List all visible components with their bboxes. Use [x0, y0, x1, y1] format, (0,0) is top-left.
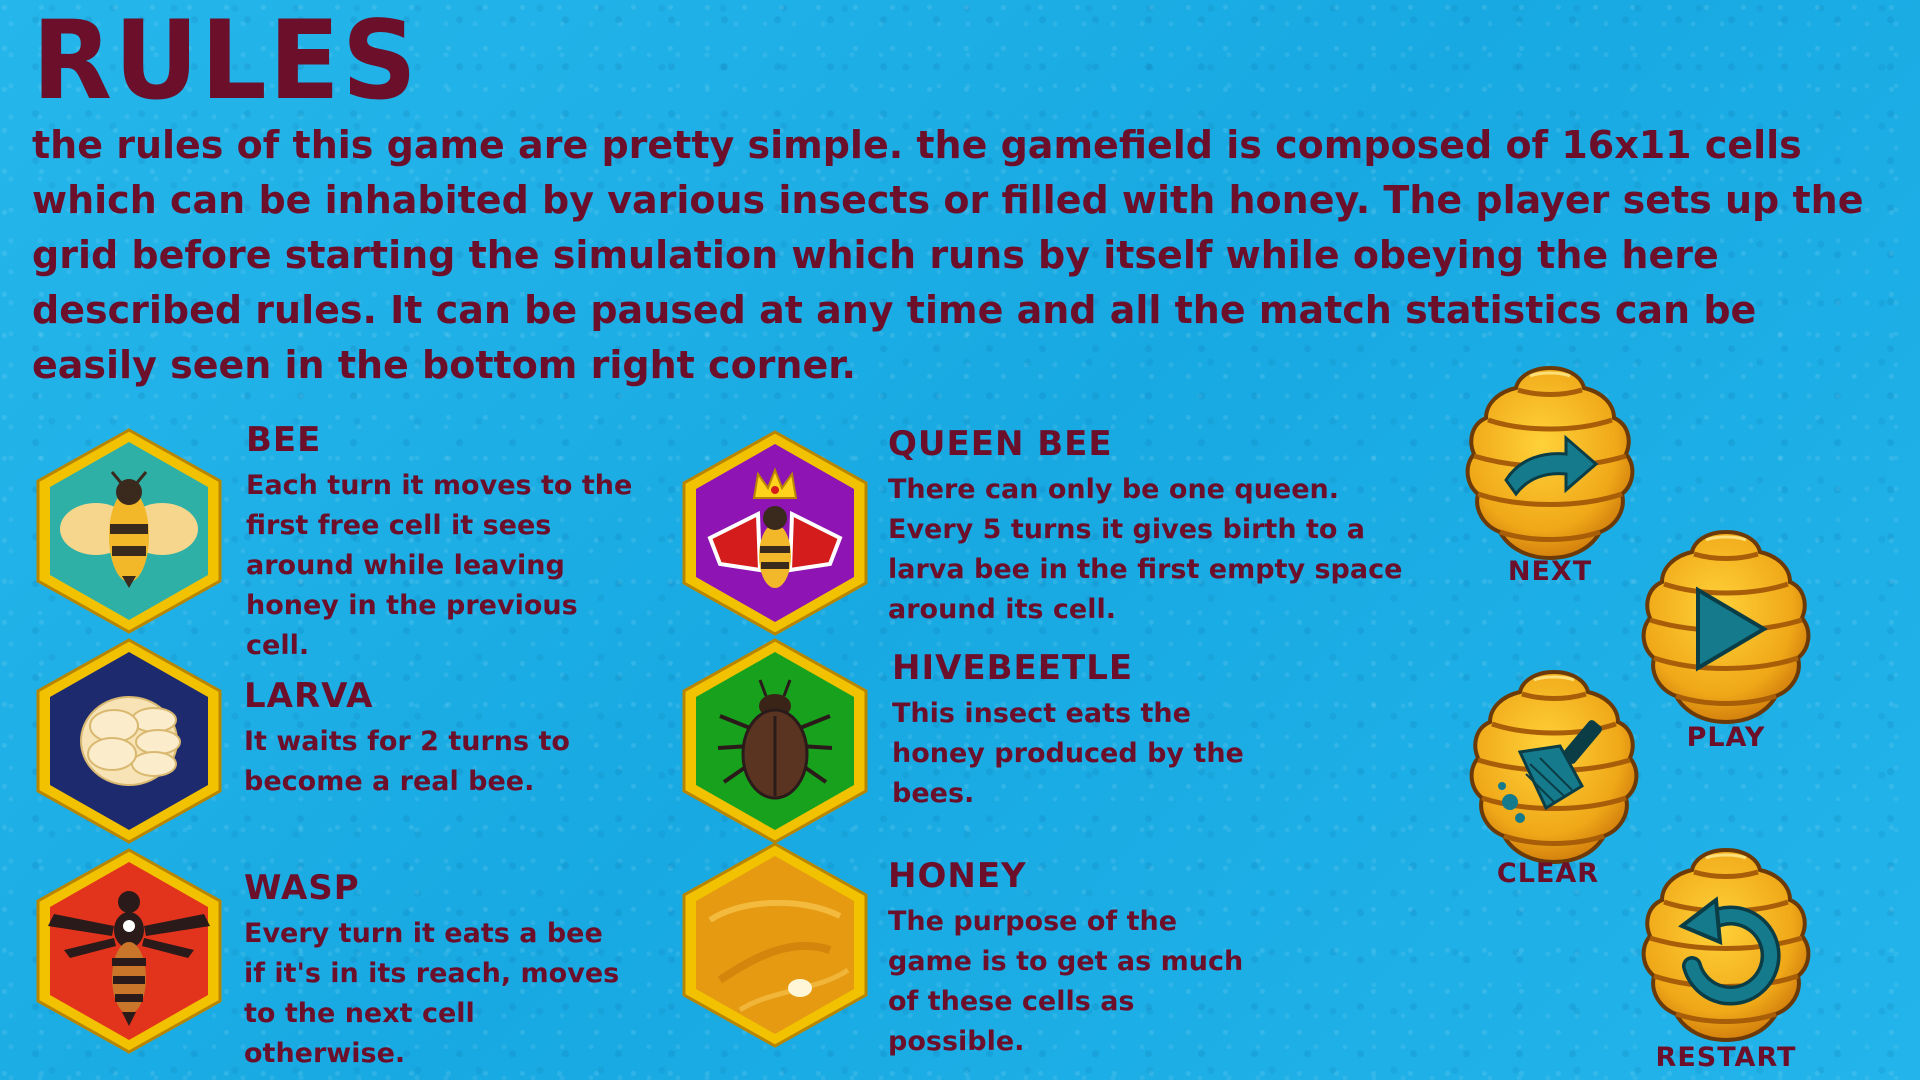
bee-description: Each turn it moves to the first free cel… [246, 470, 633, 661]
queen-bee-name: QUEEN BEE [888, 424, 1113, 464]
honey-description: The purpose of the game is to get as muc… [888, 906, 1244, 1057]
larva-name: LARVA [244, 676, 374, 716]
clear-label: CLEAR [1496, 858, 1600, 889]
larva-description: It waits for 2 turns to become a real be… [244, 726, 570, 797]
rules-intro: the rules of this game are pretty simple… [32, 123, 1864, 387]
next-button[interactable] [1460, 364, 1640, 564]
wasp-icon [36, 848, 222, 1054]
clear-button[interactable] [1464, 668, 1644, 868]
hive-beetle-icon [682, 638, 868, 844]
wasp-name: WASP [244, 868, 360, 908]
restart-icon [1678, 896, 1781, 1006]
hive-beetle-name: HIVEBEETLE [892, 648, 1134, 688]
play-button[interactable] [1636, 528, 1816, 728]
queen-bee-icon [682, 430, 868, 636]
arrow-right-icon [1504, 434, 1599, 497]
play-label: PLAY [1686, 722, 1766, 753]
honey-icon [682, 842, 868, 1048]
next-label: NEXT [1507, 556, 1593, 587]
wasp-description: Every turn it eats a bee if it's in its … [244, 918, 620, 1069]
queen-bee-description: There can only be one queen. Every 5 tur… [888, 474, 1403, 625]
restart-button[interactable] [1636, 846, 1816, 1046]
page-title: RULES [32, 0, 419, 125]
bee-icon [36, 428, 222, 634]
hive-beetle-description: This insect eats the honey produced by t… [892, 698, 1244, 809]
bee-name: BEE [246, 420, 322, 460]
brush-icon [1498, 720, 1602, 823]
larva-icon [36, 638, 222, 844]
restart-label: RESTART [1655, 1042, 1797, 1073]
honey-name: HONEY [888, 856, 1027, 896]
play-icon [1696, 586, 1768, 672]
